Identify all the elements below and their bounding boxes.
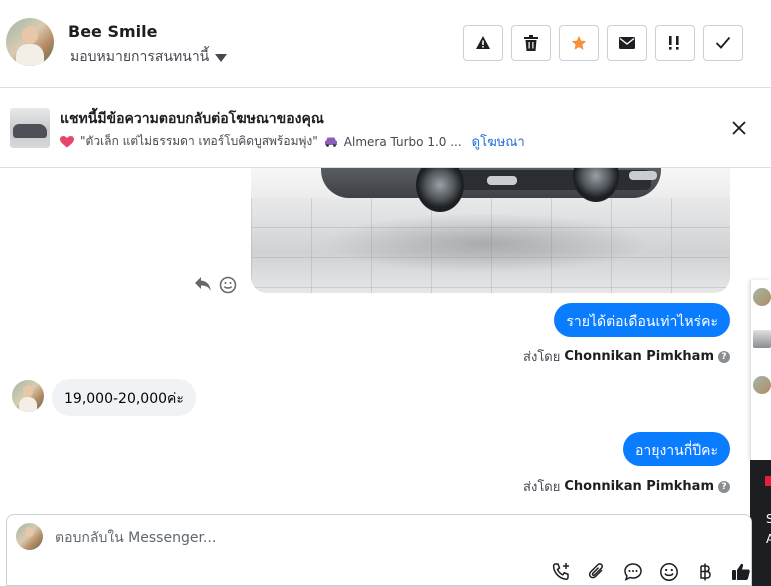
follow-up-button[interactable] (655, 25, 695, 61)
warning-icon (476, 36, 490, 49)
paperclip-icon (588, 563, 603, 579)
help-icon[interactable]: ? (718, 350, 730, 363)
peek-avatar[interactable] (753, 376, 771, 394)
star-button[interactable] (559, 25, 599, 61)
ad-banner-subtitle: "ตัวเล็ก แต่ไม่ธรรมดา เทอร์โบคิดบูสพร้อม… (60, 131, 525, 152)
side-panel-peek[interactable] (750, 280, 771, 460)
mark-done-button[interactable] (703, 25, 743, 61)
sent-by-prefix: ส่งโดย (523, 480, 561, 495)
report-button[interactable] (463, 25, 503, 61)
envelope-icon (619, 37, 635, 49)
baht-icon (700, 563, 711, 581)
peek-avatar[interactable] (753, 288, 771, 306)
close-icon (732, 121, 746, 135)
ad-thumbnail[interactable] (10, 108, 50, 148)
reply-icon[interactable] (194, 276, 212, 294)
heart-icon (60, 135, 74, 147)
sender-name: Chonnikan Pimkham (564, 479, 714, 494)
composer-toolbar (550, 561, 752, 583)
incoming-message[interactable]: 19,000-20,000ค่ะ (52, 379, 196, 416)
star-icon (571, 35, 587, 50)
contact-name[interactable]: Bee Smile (68, 22, 157, 41)
car-icon (324, 137, 337, 147)
ad-reply-banner: แชทนี้มีข้อความตอบกลับต่อโฆษณาของคุณ "ตั… (0, 88, 771, 168)
ad-car-text: Almera Turbo 1.0 ... (343, 134, 462, 149)
call-button[interactable] (550, 561, 572, 583)
view-ad-link[interactable]: ดูโฆษณา (472, 131, 525, 152)
like-button[interactable] (730, 561, 752, 583)
close-banner-button[interactable] (728, 117, 750, 139)
check-icon (715, 36, 731, 49)
payment-button[interactable] (694, 561, 716, 583)
trash-icon (524, 35, 538, 51)
emoji-button[interactable] (658, 561, 680, 583)
chat-bubble-icon (624, 563, 642, 581)
side-letter: S (766, 512, 771, 526)
header-toolbar (463, 25, 743, 61)
assign-conversation-dropdown[interactable]: มอบหมายการสนทนานี้ (70, 46, 228, 68)
contact-avatar[interactable] (6, 18, 54, 66)
sent-by-label: ส่งโดย Chonnikan Pimkham ? (523, 346, 730, 367)
side-dark-panel[interactable]: S A (750, 460, 771, 586)
reply-composer (6, 514, 752, 586)
reply-input[interactable] (55, 527, 655, 549)
peek-thumbnail[interactable] (753, 330, 771, 348)
outgoing-message[interactable]: รายได้ต่อเดือนเท่าไหร่คะ (554, 303, 730, 337)
help-icon[interactable]: ? (718, 480, 730, 493)
outgoing-message[interactable]: อายุงานกี่ปีคะ (623, 432, 730, 466)
sent-by-label: ส่งโดย Chonnikan Pimkham ? (523, 476, 730, 497)
smiley-icon (660, 563, 678, 581)
sent-by-prefix: ส่งโดย (523, 350, 561, 365)
contact-avatar-small[interactable] (12, 380, 44, 412)
caret-down-icon (215, 53, 228, 62)
attachment-photo[interactable] (251, 168, 730, 293)
phone-plus-icon (552, 563, 569, 580)
assign-label: มอบหมายการสนทนานี้ (70, 49, 210, 65)
message-list[interactable]: รายได้ต่อเดือนเท่าไหร่คะ ส่งโดย Chonnika… (0, 168, 771, 514)
exclamation-icon (669, 36, 679, 50)
ad-banner-title: แชทนี้มีข้อความตอบกลับต่อโฆษณาของคุณ (60, 111, 324, 127)
notification-marker (765, 476, 771, 486)
attach-button[interactable] (586, 561, 608, 583)
sender-name: Chonnikan Pimkham (564, 349, 714, 364)
react-smiley-icon[interactable] (219, 276, 237, 294)
side-letter: A (766, 532, 771, 546)
thumbs-up-icon (732, 563, 750, 580)
delete-button[interactable] (511, 25, 551, 61)
conversation-header: Bee Smile มอบหมายการสนทนานี้ (0, 0, 771, 88)
saved-replies-button[interactable] (622, 561, 644, 583)
page-avatar (16, 523, 43, 550)
ad-text: "ตัวเล็ก แต่ไม่ธรรมดา เทอร์โบคิดบูสพร้อม… (80, 134, 318, 148)
mark-unread-button[interactable] (607, 25, 647, 61)
